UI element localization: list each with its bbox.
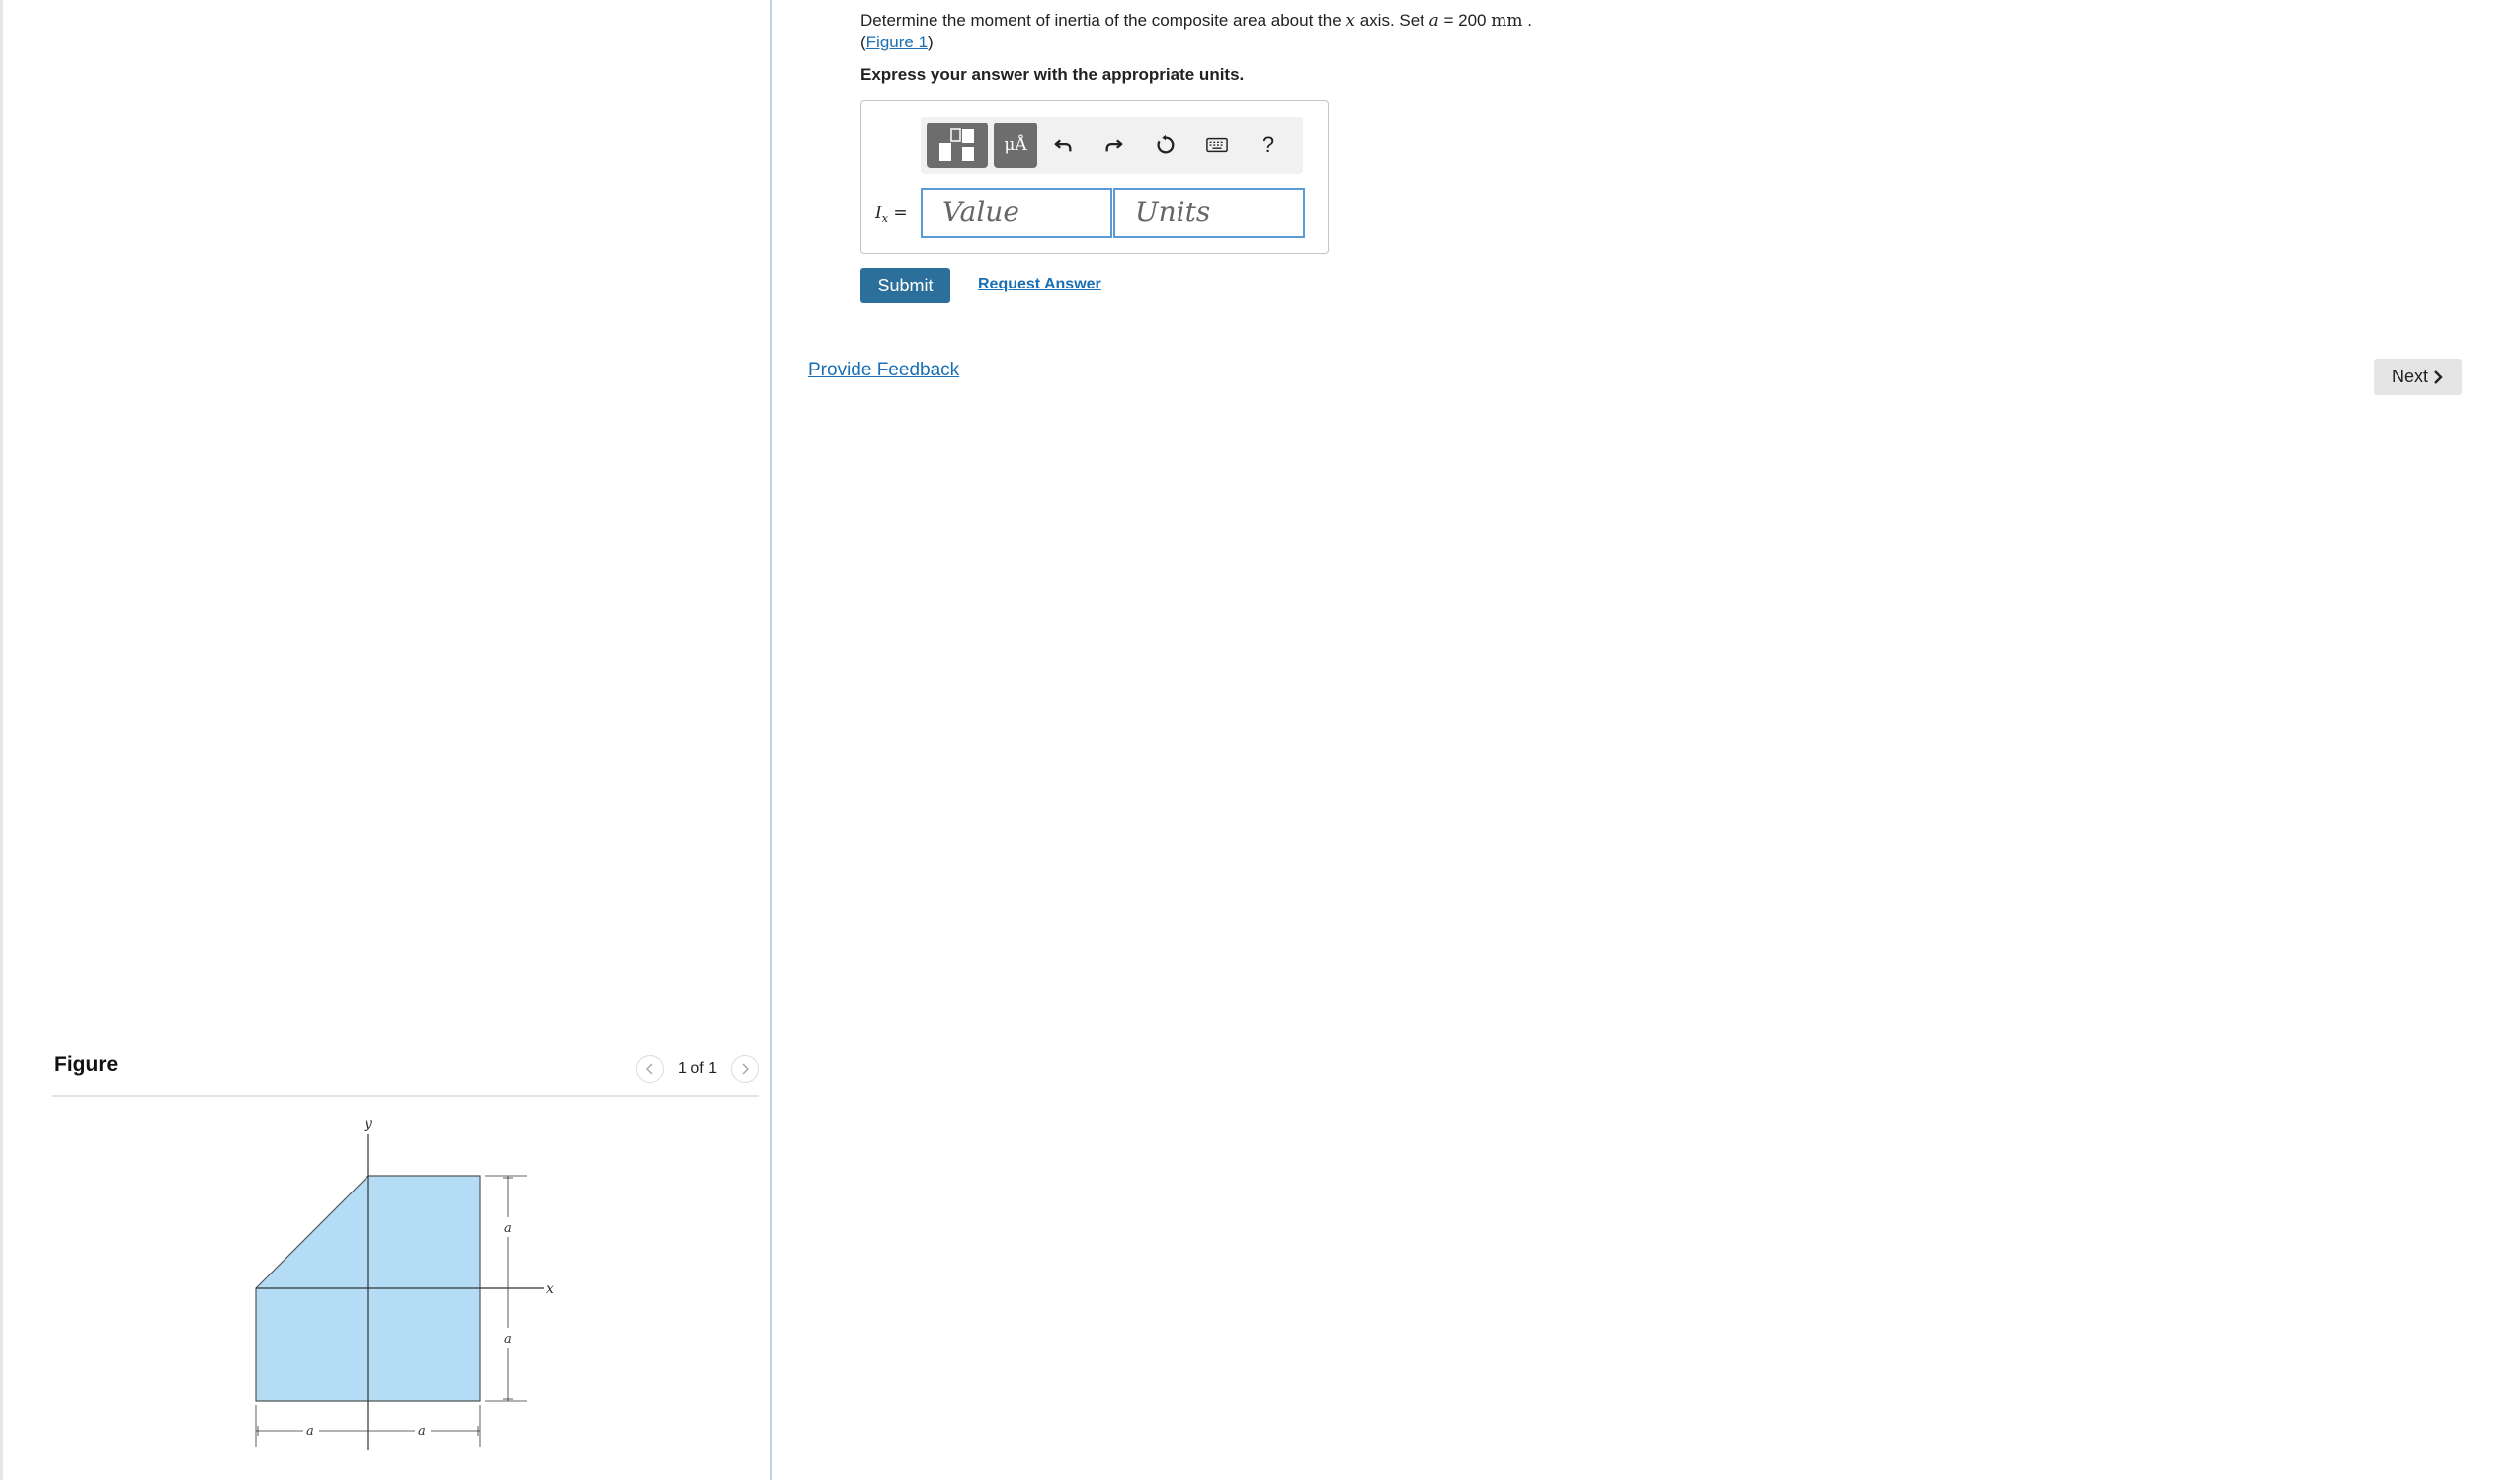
math-toolbar: μÅ ? bbox=[921, 117, 1303, 174]
help-button[interactable]: ? bbox=[1243, 123, 1294, 168]
next-button-label: Next bbox=[2391, 367, 2428, 386]
answer-instruction: Express your answer with the appropriate… bbox=[860, 65, 1245, 84]
keyboard-icon bbox=[1206, 137, 1228, 153]
chevron-right-icon bbox=[2434, 370, 2443, 384]
figure-title: Figure bbox=[54, 1053, 119, 1076]
value-input[interactable]: Value bbox=[921, 188, 1112, 238]
composite-area-figure: y x a a a a bbox=[255, 1116, 554, 1450]
figure-header: Figure 1 of 1 bbox=[52, 1047, 759, 1097]
dim-label-lower: a bbox=[504, 1332, 512, 1347]
template-icon bbox=[939, 128, 974, 161]
question-text-end: . bbox=[1522, 11, 1532, 30]
units-button[interactable]: μÅ bbox=[994, 123, 1037, 168]
question-panel: Determine the moment of inertia of the c… bbox=[772, 0, 2520, 1480]
x-axis-label: x bbox=[546, 1281, 554, 1297]
axis-variable: x bbox=[1345, 11, 1355, 31]
pager-count: 1 of 1 bbox=[677, 1060, 717, 1077]
question-text-start: Determine the moment of inertia of the c… bbox=[860, 11, 1346, 30]
dim-label-right: a bbox=[418, 1424, 426, 1439]
answer-box: μÅ ? Ix = Value Units bbox=[860, 100, 1329, 254]
chevron-right-icon bbox=[742, 1063, 750, 1075]
a-variable: a bbox=[1428, 11, 1439, 31]
dim-label-upper: a bbox=[504, 1221, 512, 1236]
undo-button[interactable] bbox=[1037, 123, 1089, 168]
next-figure-button[interactable] bbox=[731, 1055, 759, 1083]
answer-label-var: I bbox=[875, 204, 882, 223]
reset-icon bbox=[1157, 134, 1175, 154]
figure-link-close: ) bbox=[928, 33, 934, 51]
undo-icon bbox=[1054, 139, 1072, 152]
a-unit: mm bbox=[1491, 11, 1523, 31]
units-input[interactable]: Units bbox=[1113, 188, 1305, 238]
keyboard-button[interactable] bbox=[1191, 123, 1243, 168]
units-icon: μÅ bbox=[1004, 135, 1027, 155]
help-icon: ? bbox=[1261, 132, 1275, 157]
redo-button[interactable] bbox=[1089, 123, 1140, 168]
dim-label-left: a bbox=[306, 1424, 314, 1439]
request-answer-link[interactable]: Request Answer bbox=[978, 276, 1101, 293]
reset-button[interactable] bbox=[1140, 123, 1191, 168]
question-text: Determine the moment of inertia of the c… bbox=[860, 10, 1532, 53]
y-axis-label: y bbox=[364, 1116, 373, 1132]
previous-figure-button[interactable] bbox=[635, 1055, 664, 1083]
submit-button[interactable]: Submit bbox=[860, 268, 950, 303]
question-text-mid: axis. Set bbox=[1354, 11, 1429, 30]
figure-pager: 1 of 1 bbox=[635, 1053, 759, 1085]
next-button[interactable]: Next bbox=[2374, 359, 2462, 395]
chevron-left-icon bbox=[645, 1063, 653, 1075]
answer-label-eq: = bbox=[887, 204, 908, 223]
redo-icon bbox=[1105, 139, 1123, 152]
figure-link[interactable]: Figure 1 bbox=[866, 33, 928, 51]
template-button[interactable] bbox=[927, 123, 988, 168]
answer-label: Ix = bbox=[875, 204, 908, 225]
provide-feedback-link[interactable]: Provide Feedback bbox=[808, 360, 959, 381]
figure-panel: Figure 1 of 1 y x a a a a bbox=[0, 0, 772, 1480]
page: Figure 1 of 1 y x a a a a Determine the … bbox=[0, 0, 2520, 1480]
a-equals: = 200 bbox=[1438, 11, 1492, 30]
